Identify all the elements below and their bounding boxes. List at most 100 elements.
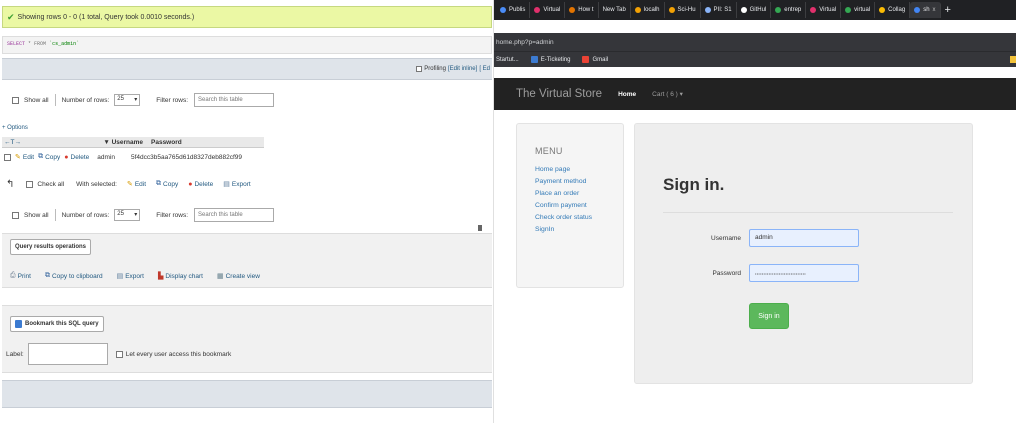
tab-label: localh xyxy=(643,7,660,13)
profiling-label: Profiling xyxy=(424,66,446,72)
browser-tab[interactable]: virtual xyxy=(841,2,876,18)
sql-from: * FROM xyxy=(28,41,47,47)
success-message: ✔ Showing rows 0 - 0 (1 total, Query too… xyxy=(2,6,492,28)
bulk-copy-button[interactable]: ⧉ Copy xyxy=(156,180,178,188)
gmail-icon xyxy=(582,56,590,63)
bulk-delete-button[interactable]: ● Delete xyxy=(188,181,213,188)
browser-tab[interactable]: GitHul xyxy=(737,2,772,18)
tab-label: Sci-Hu xyxy=(677,7,696,13)
num-rows-select[interactable]: 25 ▾ xyxy=(114,209,141,221)
sql-query-box[interactable]: SELECT * FROM `cs_admin` xyxy=(2,36,492,54)
browser-tab[interactable]: New Tab xyxy=(599,2,631,18)
check-icon: ✔ xyxy=(7,11,15,22)
close-icon[interactable]: x xyxy=(933,7,936,13)
check-all-checkbox[interactable] xyxy=(26,180,34,188)
show-all-checkbox[interactable] xyxy=(12,211,19,219)
address-bar[interactable]: home.php?p=admin xyxy=(494,33,1016,51)
tab-favicon-icon xyxy=(668,7,675,13)
filter-rows-input[interactable]: Search this table xyxy=(194,93,275,107)
bookmark-label-input[interactable] xyxy=(27,343,108,365)
tab-favicon-icon xyxy=(879,7,886,13)
browser-tab[interactable]: Virtual xyxy=(530,2,566,18)
tab-label: sh xyxy=(923,7,930,13)
chevron-down-icon: ▾ xyxy=(134,97,138,103)
column-arrows[interactable]: ←T→ xyxy=(2,139,92,146)
tab-favicon-icon xyxy=(634,7,641,13)
site-brand[interactable]: The Virtual Store xyxy=(516,88,602,100)
site-navbar: The Virtual Store Home Cart ( 6 ) ▾ xyxy=(494,78,1016,110)
row-delete-button[interactable]: ● Delete xyxy=(64,154,89,161)
column-password[interactable]: Password xyxy=(147,139,182,146)
column-username[interactable]: ▼ Username xyxy=(92,139,147,146)
filter-rows-input[interactable]: Search this table xyxy=(194,208,275,222)
browser-tab[interactable]: Publis xyxy=(496,2,531,18)
export-button[interactable]: ▤ Export xyxy=(117,272,144,281)
browser-tab[interactable]: localh xyxy=(631,2,665,18)
bulk-export-button[interactable]: ▤ Export xyxy=(223,180,250,189)
row-edit-button[interactable]: ✎ Edit xyxy=(15,153,34,162)
browser-window: Publis Virtual How t New Tab localh Sci-Hu PII… xyxy=(494,0,1016,423)
menu-item-status[interactable]: Check order status xyxy=(535,214,623,221)
edit-link[interactable]: [ Ed xyxy=(479,66,490,72)
browser-tab[interactable]: Sci-Hu xyxy=(665,2,701,18)
display-chart-button[interactable]: ▙ Display chart xyxy=(158,272,203,281)
nav-home[interactable]: Home xyxy=(618,91,636,98)
menu-item-order[interactable]: Place an order xyxy=(535,190,623,197)
options-link[interactable]: + Options xyxy=(2,125,28,131)
new-tab-icon[interactable]: + xyxy=(945,4,951,16)
bookmark-row: Label: Let every user access this bookma… xyxy=(6,343,231,365)
pencil-icon: ✎ xyxy=(126,181,133,188)
folder-icon[interactable] xyxy=(1010,56,1016,63)
tab-label: New Tab xyxy=(602,7,626,13)
num-rows-select[interactable]: 25 ▾ xyxy=(114,94,141,106)
browser-tab[interactable]: Collag xyxy=(875,2,911,18)
export-icon: ▤ xyxy=(223,181,230,188)
create-view-button[interactable]: ▦ Create view xyxy=(217,272,260,281)
menu-item-confirm[interactable]: Confirm payment xyxy=(535,202,623,209)
share-bookmark-checkbox[interactable] xyxy=(115,350,123,358)
profiling-checkbox[interactable] xyxy=(416,66,423,72)
tab-favicon-icon xyxy=(704,7,711,13)
signin-title: Sign in. xyxy=(663,175,725,194)
print-button[interactable]: ⎙ Print xyxy=(10,272,31,280)
with-selected-bar: ↰ Check all With selected: ✎ Edit ⧉ Copy ●… xyxy=(2,175,302,193)
username-input[interactable]: admin xyxy=(749,229,859,247)
with-selected-label: With selected: xyxy=(76,180,117,188)
bookmark-gmail[interactable]: Gmail xyxy=(582,56,608,63)
eticketing-icon xyxy=(530,56,538,63)
browser-tab[interactable]: PII: S1 xyxy=(701,2,737,18)
menu-item-payment[interactable]: Payment method xyxy=(535,178,623,185)
window-splitter-handle[interactable] xyxy=(478,225,482,231)
tab-strip: Publis Virtual How t New Tab localh Sci-Hu PII… xyxy=(494,0,1016,20)
signin-button[interactable]: Sign in xyxy=(749,303,789,329)
tab-label: Collag xyxy=(888,7,906,13)
tab-favicon-icon xyxy=(810,7,817,13)
success-text: Showing rows 0 - 0 (1 total, Query took … xyxy=(17,13,195,21)
menu-item-home[interactable]: Home page xyxy=(535,166,623,173)
cell-password: 5f4dcc3b5aa765d61d8327deb882cf99 xyxy=(131,153,242,161)
password-input[interactable]: •••••••••••••••••••••••••••••• xyxy=(749,264,859,282)
username-row: Username admin xyxy=(675,229,859,247)
copy-clipboard-button[interactable]: ⧉ Copy to clipboard xyxy=(45,272,103,280)
password-label: Password xyxy=(712,269,741,277)
bulk-edit-button[interactable]: ✎ Edit xyxy=(126,180,146,189)
sort-down-icon: ▼ xyxy=(103,138,110,146)
bookmark-submit-bar xyxy=(2,380,492,408)
browser-tab[interactable]: How t xyxy=(565,2,599,18)
bookmark-startut[interactable]: Startut... xyxy=(496,57,519,63)
chevron-down-icon: ▾ xyxy=(134,212,138,218)
bookmark-eticketing[interactable]: E-Ticketing xyxy=(530,56,570,63)
tab-label: GitHul xyxy=(749,7,767,13)
browser-tab[interactable]: Virtual xyxy=(806,2,842,18)
edit-inline-link[interactable]: [Edit inline] xyxy=(448,66,477,72)
browser-tab[interactable]: entrep xyxy=(771,2,807,18)
row-copy-button[interactable]: ⧉ Copy xyxy=(38,153,60,161)
bookmarks-bar: Startut... E-Ticketing Gmail xyxy=(494,51,1016,67)
separator xyxy=(54,94,56,106)
row-checkbox[interactable] xyxy=(4,153,11,161)
browser-tab[interactable]: sh x xyxy=(910,2,941,18)
show-all-checkbox[interactable] xyxy=(12,96,19,104)
username-label: Username xyxy=(711,234,741,242)
nav-cart[interactable]: Cart ( 6 ) ▾ xyxy=(652,90,683,98)
menu-item-signin[interactable]: SignIn xyxy=(535,226,623,233)
